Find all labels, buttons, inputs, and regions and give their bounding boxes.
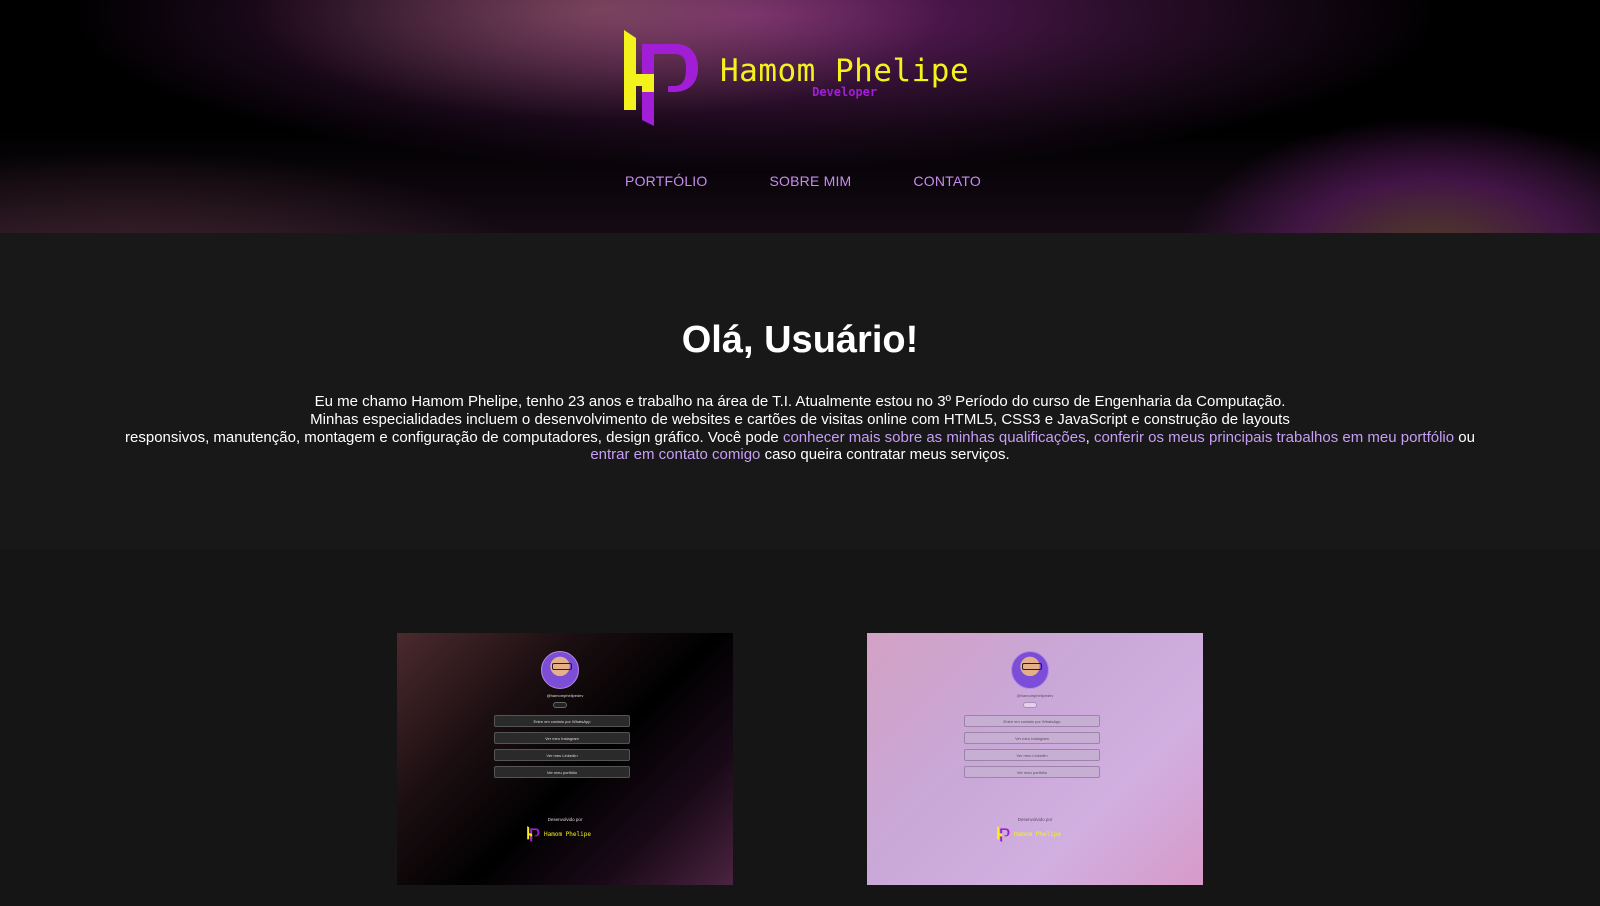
card-button: Entre em contato por WhatsApp (494, 715, 630, 727)
brand-logo-link[interactable]: Hamom Phelipe Developer (624, 30, 969, 126)
brand-name: Hamom Phelipe (720, 53, 970, 89)
card-brand: Hamom Phelipe (997, 826, 1061, 842)
card-username: @hamomphelipedev (546, 693, 584, 698)
site-header: Hamom Phelipe Developer PORTFÓLIO SOBRE … (0, 0, 1600, 233)
intro-line: responsivos, manutenção, montagem e conf… (80, 429, 1520, 447)
card-brand: Hamom Phelipe (527, 826, 591, 842)
card-button: Ver meu LinkedIn (494, 749, 630, 761)
card-button: Ver meu Instagram (964, 732, 1100, 744)
theme-toggle (553, 702, 567, 708)
intro-text: ou (1454, 428, 1475, 446)
avatar (541, 651, 579, 689)
contato-link[interactable]: entrar em contato comigo (590, 446, 760, 463)
intro-text: , (1085, 428, 1094, 446)
nav-portfolio[interactable]: PORTFÓLIO (625, 173, 707, 189)
intro-paragraph: Eu me chamo Hamom Phelipe, tenho 23 anos… (80, 393, 1520, 464)
card-button: Ver meu portfólio (494, 766, 630, 778)
intro-line: Minhas especialidades incluem o desenvol… (310, 410, 1290, 428)
card-brand-name: Hamom Phelipe (1014, 830, 1061, 838)
intro-line: Eu me chamo Hamom Phelipe, tenho 23 anos… (314, 393, 1286, 410)
card-dev-label: Desenvolvido por (547, 817, 583, 822)
theme-toggle (1023, 702, 1037, 708)
portfolio-card-dark[interactable]: @hamomphelipedev Entre em contato por Wh… (397, 633, 733, 885)
nav-sobre-mim[interactable]: SOBRE MIM (770, 173, 852, 189)
greeting-heading: Olá, Usuário! (681, 319, 919, 361)
hp-logo-icon (997, 826, 1010, 842)
card-button: Ver meu portfólio (964, 766, 1100, 778)
avatar (1011, 651, 1049, 689)
card-button: Ver meu LinkedIn (964, 749, 1100, 761)
intro-section: Olá, Usuário! Eu me chamo Hamom Phelipe,… (0, 233, 1600, 549)
portfolio-card-light[interactable]: @hamomphelipedev Entre em contato por Wh… (867, 633, 1203, 885)
hp-logo-icon (527, 826, 540, 842)
qualificacoes-link[interactable]: conhecer mais sobre as minhas qualificaç… (783, 429, 1086, 446)
hp-logo-icon (624, 30, 698, 126)
nav-contato[interactable]: CONTATO (913, 173, 981, 189)
card-brand-name: Hamom Phelipe (544, 830, 591, 838)
portfolio-section: @hamomphelipedev Entre em contato por Wh… (0, 549, 1600, 906)
main-nav: PORTFÓLIO SOBRE MIM CONTATO (0, 173, 1600, 189)
card-button: Entre em contato por WhatsApp (964, 715, 1100, 727)
intro-line: entrar em contato comigo caso queira con… (80, 446, 1520, 464)
card-button: Ver meu Instagram (494, 732, 630, 744)
portfolio-link[interactable]: conferir os meus principais trabalhos em… (1094, 429, 1454, 446)
card-username: @hamomphelipedev (1016, 693, 1054, 698)
intro-text: responsivos, manutenção, montagem e conf… (125, 428, 783, 446)
card-dev-label: Desenvolvido por (1017, 817, 1053, 822)
intro-text: caso queira contratar meus serviços. (760, 446, 1010, 464)
